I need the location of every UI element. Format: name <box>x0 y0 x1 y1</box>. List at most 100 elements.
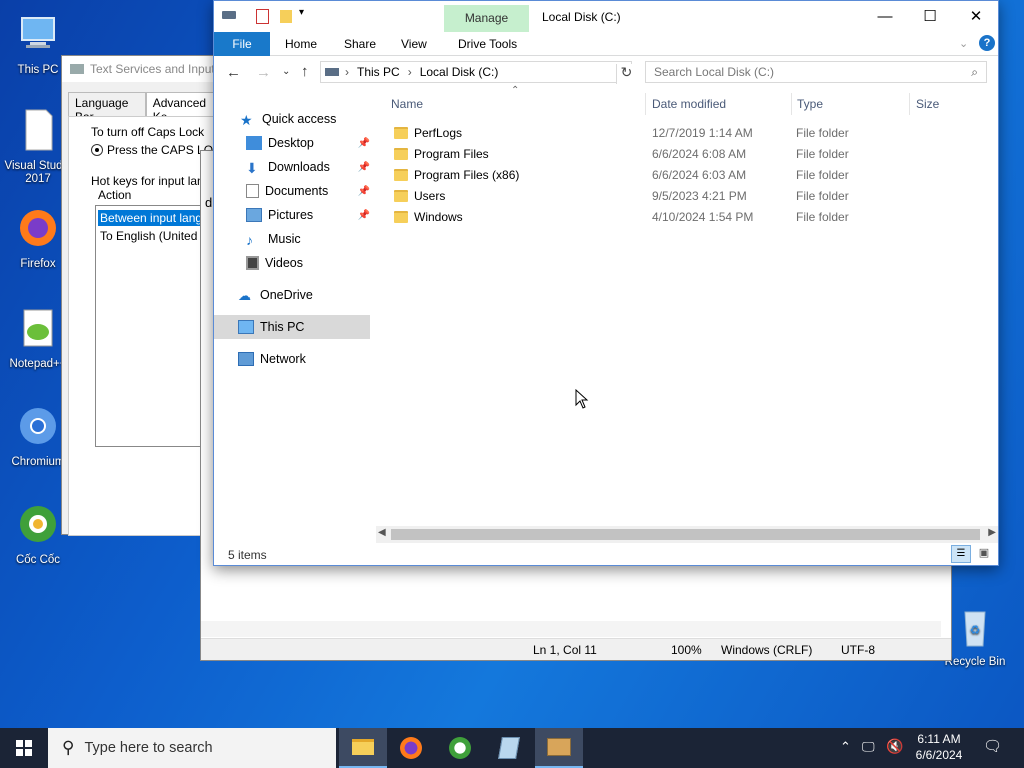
maximize-button[interactable]: ☐ <box>907 1 953 31</box>
chevron-down-icon[interactable]: ▾ <box>299 7 304 18</box>
tab-drive-tools[interactable]: Drive Tools <box>446 32 529 56</box>
taskbar-search-box[interactable]: ⚲ Type here to search <box>48 728 336 768</box>
forward-button[interactable]: → <box>256 64 271 81</box>
cloud-icon: ☁ <box>238 288 251 303</box>
drive-icon <box>325 68 339 76</box>
sidebar-item-documents[interactable]: Documents 📌 <box>214 179 370 203</box>
manage-tab[interactable]: Manage <box>444 5 529 32</box>
refresh-button[interactable]: ↻ <box>616 64 636 84</box>
status-eol: Windows (CRLF) <box>721 643 813 657</box>
up-button[interactable]: ↑ <box>301 63 309 80</box>
clock-time: 6:11 AM <box>917 732 961 746</box>
file-row-windows[interactable]: Windows 4/10/2024 1:54 PM File folder <box>388 206 988 227</box>
address-segment-this-pc[interactable]: This PC <box>357 65 400 79</box>
folder-icon <box>394 189 408 202</box>
column-header-size[interactable]: Size <box>916 97 939 111</box>
details-view-icon[interactable]: ☰ <box>951 545 971 563</box>
firefox-icon <box>400 737 422 759</box>
status-bar: 5 items ☰ ▣ <box>214 545 998 565</box>
notepad-horizontal-scrollbar[interactable] <box>201 621 941 637</box>
expand-ribbon-icon[interactable]: ⌄ <box>959 37 968 50</box>
sidebar-item-quick-access[interactable]: ★ Quick access <box>214 107 370 131</box>
taskbar-file-explorer[interactable] <box>339 728 387 768</box>
documents-icon <box>246 184 259 198</box>
folder-icon <box>394 210 408 223</box>
network-status-icon[interactable]: 🖵 <box>862 739 875 755</box>
download-arrow-icon: ⬇ <box>246 160 258 176</box>
file-row-program-files-x86[interactable]: Program Files (x86) 6/6/2024 6:03 AM Fil… <box>388 164 988 185</box>
taskbar-search-placeholder: Type here to search <box>84 740 213 756</box>
help-icon[interactable]: ? <box>979 35 995 51</box>
notepad-text-area[interactable]: d <box>205 195 212 210</box>
horizontal-scrollbar[interactable]: ◀ ▶ <box>376 526 998 543</box>
search-input-placeholder: Search Local Disk (C:) <box>654 65 775 79</box>
taskbar-coccoc[interactable] <box>436 728 484 768</box>
close-button[interactable]: ✕ <box>953 1 999 31</box>
column-divider[interactable] <box>645 93 646 115</box>
new-folder-icon[interactable] <box>280 10 292 23</box>
scroll-right-icon[interactable]: ▶ <box>988 527 996 538</box>
address-segment-local-disk[interactable]: Local Disk (C:) <box>420 65 499 79</box>
hotkeys-group-label: Hot keys for input langu <box>91 174 218 188</box>
radio-selected-icon <box>91 144 103 156</box>
scrollbar-thumb[interactable] <box>391 529 980 540</box>
start-button[interactable] <box>0 728 48 768</box>
recent-locations-button[interactable]: ⌄ <box>282 66 290 77</box>
tab-file[interactable]: File <box>214 32 270 56</box>
taskbar-notepad[interactable] <box>485 728 533 768</box>
scroll-left-icon[interactable]: ◀ <box>378 527 386 538</box>
folder-icon <box>394 168 408 181</box>
computer-icon <box>21 17 55 48</box>
file-row-perflogs[interactable]: PerfLogs 12/7/2019 1:14 AM File folder <box>388 122 988 143</box>
sidebar-item-pictures[interactable]: Pictures 📌 <box>214 203 370 227</box>
navigation-bar: ← → ⌄ ↑ › This PC › Local Disk (C:) ▾ ↻ … <box>214 57 998 91</box>
status-zoom: 100% <box>671 643 702 657</box>
sidebar-item-downloads[interactable]: ⬇ Downloads 📌 <box>214 155 370 179</box>
minimize-button[interactable]: — <box>862 1 908 31</box>
column-header-date-modified[interactable]: Date modified <box>652 97 726 111</box>
volume-muted-icon[interactable]: 🔇 <box>886 738 903 755</box>
film-icon <box>246 256 259 270</box>
chromium-icon <box>20 408 56 444</box>
properties-icon[interactable] <box>256 9 269 24</box>
clock[interactable]: 6:11 AM 6/6/2024 <box>904 731 974 763</box>
action-header: Action <box>98 188 132 202</box>
chevron-right-icon: › <box>407 65 412 79</box>
notifications-icon[interactable]: 🗨 <box>983 737 1002 755</box>
window-title: Local Disk (C:) <box>542 10 621 24</box>
column-header-type[interactable]: Type <box>797 97 823 111</box>
tab-view[interactable]: View <box>389 32 439 56</box>
pin-icon: 📌 <box>357 185 370 197</box>
sidebar-item-videos[interactable]: Videos <box>214 251 370 275</box>
column-header-name[interactable]: Name <box>391 97 423 111</box>
firefox-icon <box>20 210 56 246</box>
column-divider[interactable] <box>909 93 910 115</box>
status-encoding: UTF-8 <box>841 643 875 657</box>
address-bar[interactable]: › This PC › Local Disk (C:) ▾ <box>320 61 632 83</box>
computer-icon <box>238 320 254 334</box>
tab-share[interactable]: Share <box>332 32 388 56</box>
back-button[interactable]: ← <box>226 64 241 81</box>
document-icon <box>25 109 53 151</box>
music-note-icon: ♪ <box>246 232 253 248</box>
file-row-users[interactable]: Users 9/5/2023 4:21 PM File folder <box>388 185 988 206</box>
tab-home[interactable]: Home <box>273 32 329 56</box>
sidebar-item-this-pc[interactable]: This PC <box>214 315 370 339</box>
sidebar-item-music[interactable]: ♪ Music <box>214 227 370 251</box>
title-bar[interactable]: ▾ Manage Local Disk (C:) — ☐ ✕ <box>214 1 998 32</box>
large-icons-view-icon[interactable]: ▣ <box>974 545 994 563</box>
show-hidden-icons-icon[interactable]: ⌃ <box>840 739 851 755</box>
column-divider[interactable] <box>791 93 792 115</box>
clock-date: 6/6/2024 <box>915 748 963 762</box>
file-row-program-files[interactable]: Program Files 6/6/2024 6:08 AM File fold… <box>388 143 988 164</box>
sidebar-item-desktop[interactable]: Desktop 📌 <box>214 131 370 155</box>
search-box[interactable]: Search Local Disk (C:) ⌕ <box>645 61 987 83</box>
mouse-cursor-icon <box>575 389 589 409</box>
drive-icon <box>222 11 236 19</box>
sidebar-item-network[interactable]: Network <box>214 347 370 371</box>
taskbar-text-services[interactable] <box>535 728 583 768</box>
search-icon: ⌕ <box>971 64 978 79</box>
keyboard-icon <box>547 738 571 756</box>
sidebar-item-onedrive[interactable]: ☁ OneDrive <box>214 283 370 307</box>
taskbar-firefox[interactable] <box>387 728 435 768</box>
